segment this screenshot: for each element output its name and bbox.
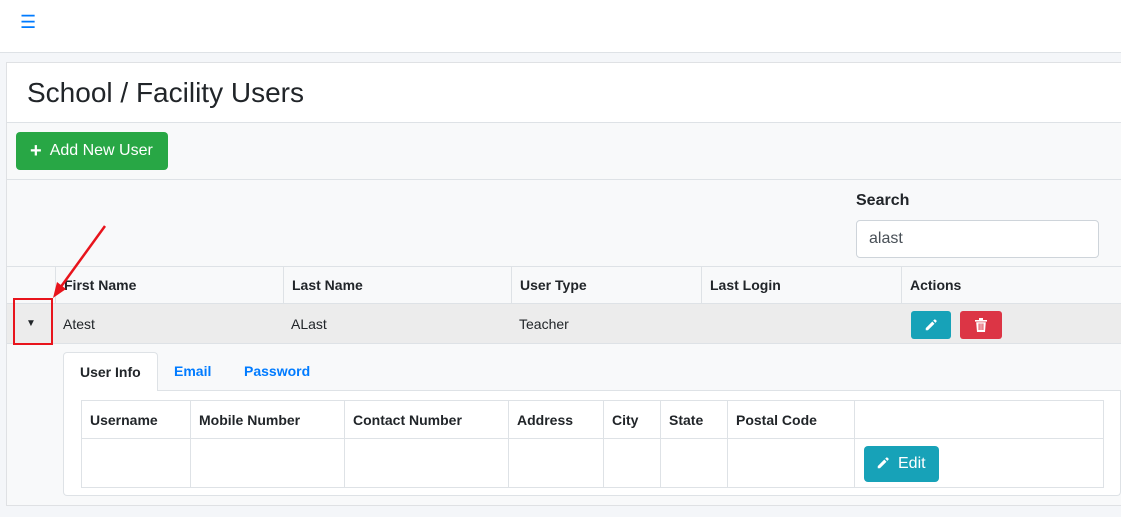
card-header: School / Facility Users [7, 63, 1121, 123]
column-divider [190, 401, 191, 487]
users-table-header: First Name Last Name User Type Last Logi… [7, 266, 1121, 304]
search-label: Search [856, 192, 910, 209]
column-header-actions: Actions [901, 267, 1121, 304]
column-divider [603, 401, 604, 487]
column-header-mobile-number: Mobile Number [199, 412, 301, 428]
column-header-username: Username [90, 412, 158, 428]
cell-last-login [701, 304, 709, 344]
top-navbar: ☰ [0, 0, 1121, 53]
trash-icon [975, 318, 987, 332]
detail-tabs: User Info Email Password [63, 352, 1121, 392]
column-divider [854, 401, 855, 487]
edit-label: Edit [898, 455, 926, 472]
column-header-user-type[interactable]: User Type [511, 267, 701, 304]
annotation-highlight-box [13, 298, 53, 345]
pencil-icon [877, 457, 889, 469]
column-header-last-name[interactable]: Last Name [283, 267, 511, 304]
cell-first-name: Atest [63, 316, 95, 332]
add-new-user-button[interactable]: + Add New User [16, 132, 168, 170]
column-header-state: State [669, 412, 704, 428]
page-title: School / Facility Users [27, 77, 304, 108]
column-divider [660, 401, 661, 487]
plus-icon: + [30, 140, 42, 162]
cell-last-name: ALast [291, 316, 327, 332]
column-header-city: City [612, 412, 639, 428]
table-row: ▼ Atest ALast Teacher [7, 304, 1121, 344]
hamburger-icon[interactable]: ☰ [20, 13, 36, 31]
add-new-user-label: Add New User [49, 142, 153, 159]
pencil-icon [925, 319, 937, 331]
delete-user-button[interactable] [960, 311, 1002, 339]
column-divider [344, 401, 345, 487]
user-info-table-header: Username Mobile Number Contact Number Ad… [82, 401, 1103, 439]
tab-user-info[interactable]: User Info [63, 352, 158, 392]
column-header-address: Address [517, 412, 574, 428]
annotation-arrow-icon [53, 225, 107, 298]
search-input[interactable] [856, 220, 1099, 258]
column-divider [508, 401, 509, 487]
user-info-table: Username Mobile Number Contact Number Ad… [81, 400, 1104, 488]
column-divider [727, 401, 728, 487]
tab-email[interactable]: Email [174, 352, 211, 391]
cell-user-type: Teacher [519, 316, 569, 332]
edit-user-info-button[interactable]: Edit [864, 446, 939, 482]
column-header-postal-code: Postal Code [736, 412, 817, 428]
tab-password[interactable]: Password [244, 352, 310, 391]
edit-user-button[interactable] [911, 311, 951, 339]
divider [7, 179, 1121, 180]
users-card: School / Facility Users + Add New User Se… [6, 62, 1121, 506]
column-header-last-login[interactable]: Last Login [701, 267, 901, 304]
user-detail-panel: User Info Email Password Username Mobile… [63, 352, 1121, 496]
column-header-contact-number: Contact Number [353, 412, 462, 428]
user-info-pane: Username Mobile Number Contact Number Ad… [63, 391, 1121, 496]
